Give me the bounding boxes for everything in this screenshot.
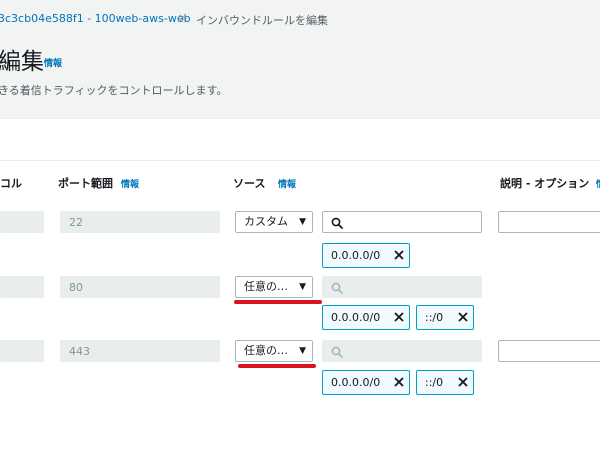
column-header-description: 説明 - オプション bbox=[500, 177, 590, 190]
close-icon[interactable] bbox=[393, 311, 405, 323]
protocol-field bbox=[0, 211, 44, 233]
cidr-token: 0.0.0.0/0 bbox=[322, 370, 410, 395]
cidr-token-label: ::/0 bbox=[425, 311, 444, 324]
close-icon[interactable] bbox=[393, 249, 405, 261]
source-search-input[interactable] bbox=[322, 211, 482, 233]
source-info-link[interactable]: 情報 bbox=[278, 177, 296, 190]
cidr-token: ::/0 bbox=[416, 305, 474, 330]
cidr-token-label: 0.0.0.0/0 bbox=[331, 311, 381, 324]
source-type-select[interactable]: 任意の… ▼ bbox=[235, 276, 313, 298]
port-range-field: 22 bbox=[60, 211, 220, 233]
source-search-input bbox=[322, 340, 482, 362]
breadcrumb-security-group-link[interactable]: 3c3cb04e588f1 - 100web-aws-web bbox=[0, 12, 191, 25]
close-icon[interactable] bbox=[393, 376, 405, 388]
source-type-value: 任意の… bbox=[244, 344, 288, 357]
protocol-field bbox=[0, 276, 44, 298]
source-type-value: カスタム bbox=[244, 215, 288, 228]
title-info-link[interactable]: 情報 bbox=[44, 56, 62, 69]
source-type-select[interactable]: カスタム ▼ bbox=[235, 211, 313, 233]
cidr-token: ::/0 bbox=[416, 370, 474, 395]
column-header-port-range: ポート範囲 bbox=[58, 177, 113, 190]
description-input[interactable] bbox=[498, 340, 600, 362]
cidr-token: 0.0.0.0/0 bbox=[322, 305, 410, 330]
cidr-token-label: ::/0 bbox=[425, 376, 444, 389]
chevron-right-icon: > bbox=[178, 11, 189, 25]
header-divider bbox=[0, 160, 600, 161]
port-range-field: 80 bbox=[60, 276, 220, 298]
description-info-link[interactable]: 情 bbox=[596, 177, 600, 190]
cidr-token-label: 0.0.0.0/0 bbox=[331, 249, 381, 262]
search-icon bbox=[331, 217, 343, 229]
page-title: 編集 bbox=[0, 49, 44, 75]
cidr-token-label: 0.0.0.0/0 bbox=[331, 376, 381, 389]
search-icon bbox=[331, 282, 343, 294]
protocol-field bbox=[0, 340, 44, 362]
description-input[interactable] bbox=[498, 211, 600, 233]
cidr-token: 0.0.0.0/0 bbox=[322, 243, 410, 268]
annotation-underline bbox=[238, 364, 316, 368]
column-header-source: ソース bbox=[233, 177, 266, 190]
source-type-select[interactable]: 任意の… ▼ bbox=[235, 340, 313, 362]
breadcrumb-current: インバウンドルールを編集 bbox=[196, 14, 328, 27]
close-icon[interactable] bbox=[457, 311, 469, 323]
caret-down-icon: ▼ bbox=[299, 217, 306, 227]
close-icon[interactable] bbox=[457, 376, 469, 388]
search-icon bbox=[331, 346, 343, 358]
caret-down-icon: ▼ bbox=[299, 346, 306, 356]
caret-down-icon: ▼ bbox=[299, 282, 306, 292]
port-range-info-link[interactable]: 情報 bbox=[121, 177, 139, 190]
source-search-input bbox=[322, 276, 482, 298]
source-type-value: 任意の… bbox=[244, 280, 288, 293]
column-header-protocol: コル bbox=[0, 177, 22, 190]
annotation-underline bbox=[234, 300, 322, 304]
port-range-field: 443 bbox=[60, 340, 220, 362]
page-description: きる着信トラフィックをコントロールします。 bbox=[0, 84, 228, 97]
